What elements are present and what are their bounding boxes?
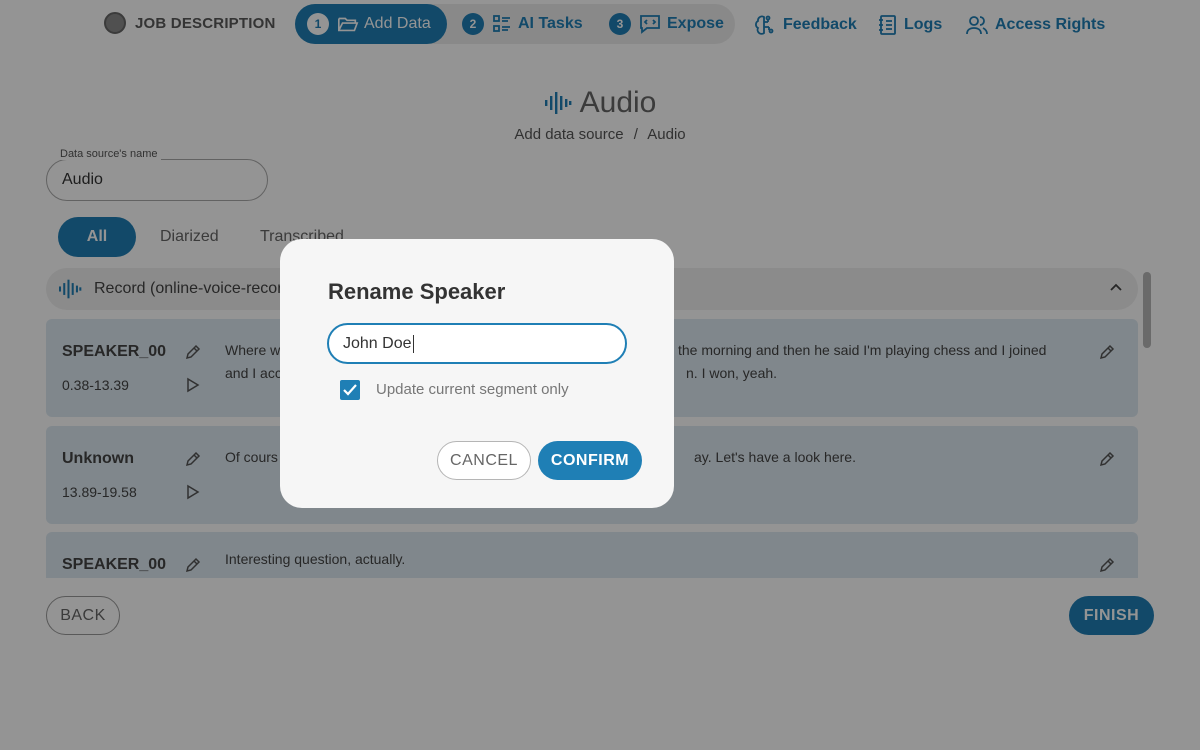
checkmark-icon xyxy=(343,384,357,396)
text-caret xyxy=(412,334,414,353)
speaker-name-input[interactable]: John Doe xyxy=(327,323,627,364)
update-segment-label[interactable]: Update current segment only xyxy=(376,381,569,398)
update-segment-checkbox[interactable] xyxy=(340,380,360,400)
confirm-button[interactable]: CONFIRM xyxy=(538,441,642,480)
cancel-button[interactable]: CANCEL xyxy=(437,441,531,480)
dialog-title: Rename Speaker xyxy=(328,279,506,304)
rename-speaker-dialog: Rename Speaker John Doe Update current s… xyxy=(280,239,674,508)
speaker-name-input-value: John Doe xyxy=(343,334,412,352)
